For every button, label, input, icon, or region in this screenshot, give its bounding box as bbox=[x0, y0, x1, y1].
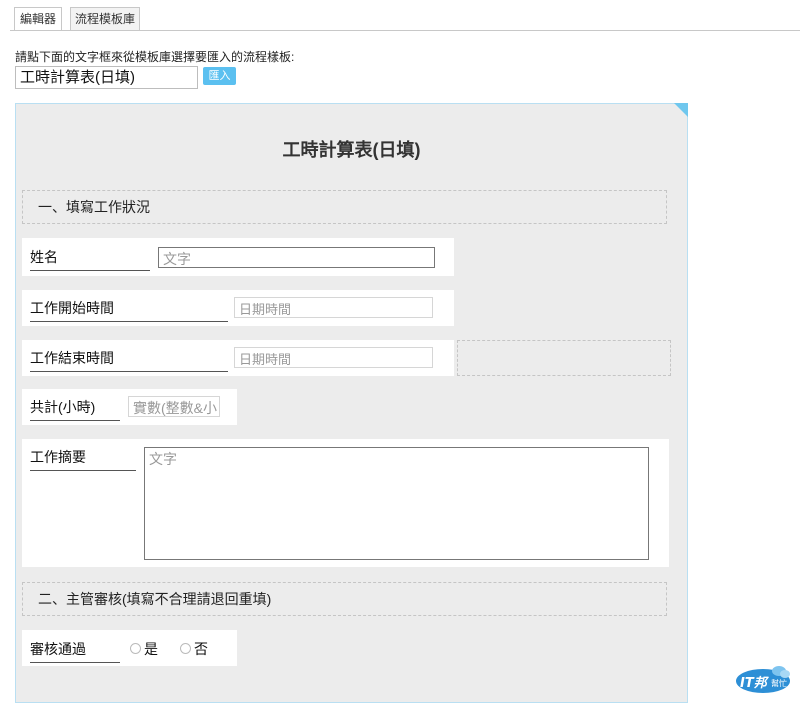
logo-subtext: 幫忙 bbox=[771, 679, 787, 688]
radio-label-yes: 是 bbox=[144, 641, 158, 657]
ithome-logo: IT邦 幫忙 bbox=[733, 662, 793, 696]
form-title: 工時計算表(日填) bbox=[282, 140, 421, 160]
radio-label-no: 否 bbox=[194, 641, 208, 657]
import-button[interactable]: 匯入 bbox=[203, 67, 236, 85]
field-label-end-time: 工作結束時間 bbox=[30, 348, 228, 372]
section-header-work-status[interactable]: 一、填寫工作狀況 bbox=[22, 190, 667, 224]
radio-no[interactable] bbox=[180, 643, 191, 654]
instruction-text: 請點下面的文字框來從模板庫選擇要匯入的流程樣板: bbox=[15, 50, 295, 64]
panel-corner-fold bbox=[674, 103, 688, 117]
start-time-input[interactable]: 日期時間 bbox=[234, 297, 433, 318]
field-label-start-time: 工作開始時間 bbox=[30, 298, 228, 322]
tab-divider bbox=[10, 30, 800, 31]
field-label-summary: 工作摘要 bbox=[30, 447, 136, 471]
section-header-manager-review[interactable]: 二、主管審核(填寫不合理請退回重填) bbox=[22, 582, 667, 616]
summary-textarea[interactable]: 文字 bbox=[144, 447, 649, 560]
empty-drop-slot[interactable] bbox=[457, 340, 671, 376]
name-input[interactable]: 文字 bbox=[158, 247, 435, 268]
total-hours-input[interactable]: 實數(整數&小 bbox=[128, 396, 220, 417]
field-label-total-hours: 共計(小時) bbox=[30, 397, 120, 421]
end-time-input[interactable]: 日期時間 bbox=[234, 347, 433, 368]
radio-yes[interactable] bbox=[130, 643, 141, 654]
tab-template-library[interactable]: 流程模板庫 bbox=[70, 7, 140, 31]
field-label-review: 審核通過 bbox=[30, 639, 120, 663]
template-selector-input[interactable]: 工時計算表(日填) bbox=[15, 66, 198, 89]
tab-editor[interactable]: 編輯器 bbox=[14, 7, 62, 31]
logo-text: IT邦 bbox=[740, 676, 767, 691]
field-label-name: 姓名 bbox=[30, 247, 150, 271]
